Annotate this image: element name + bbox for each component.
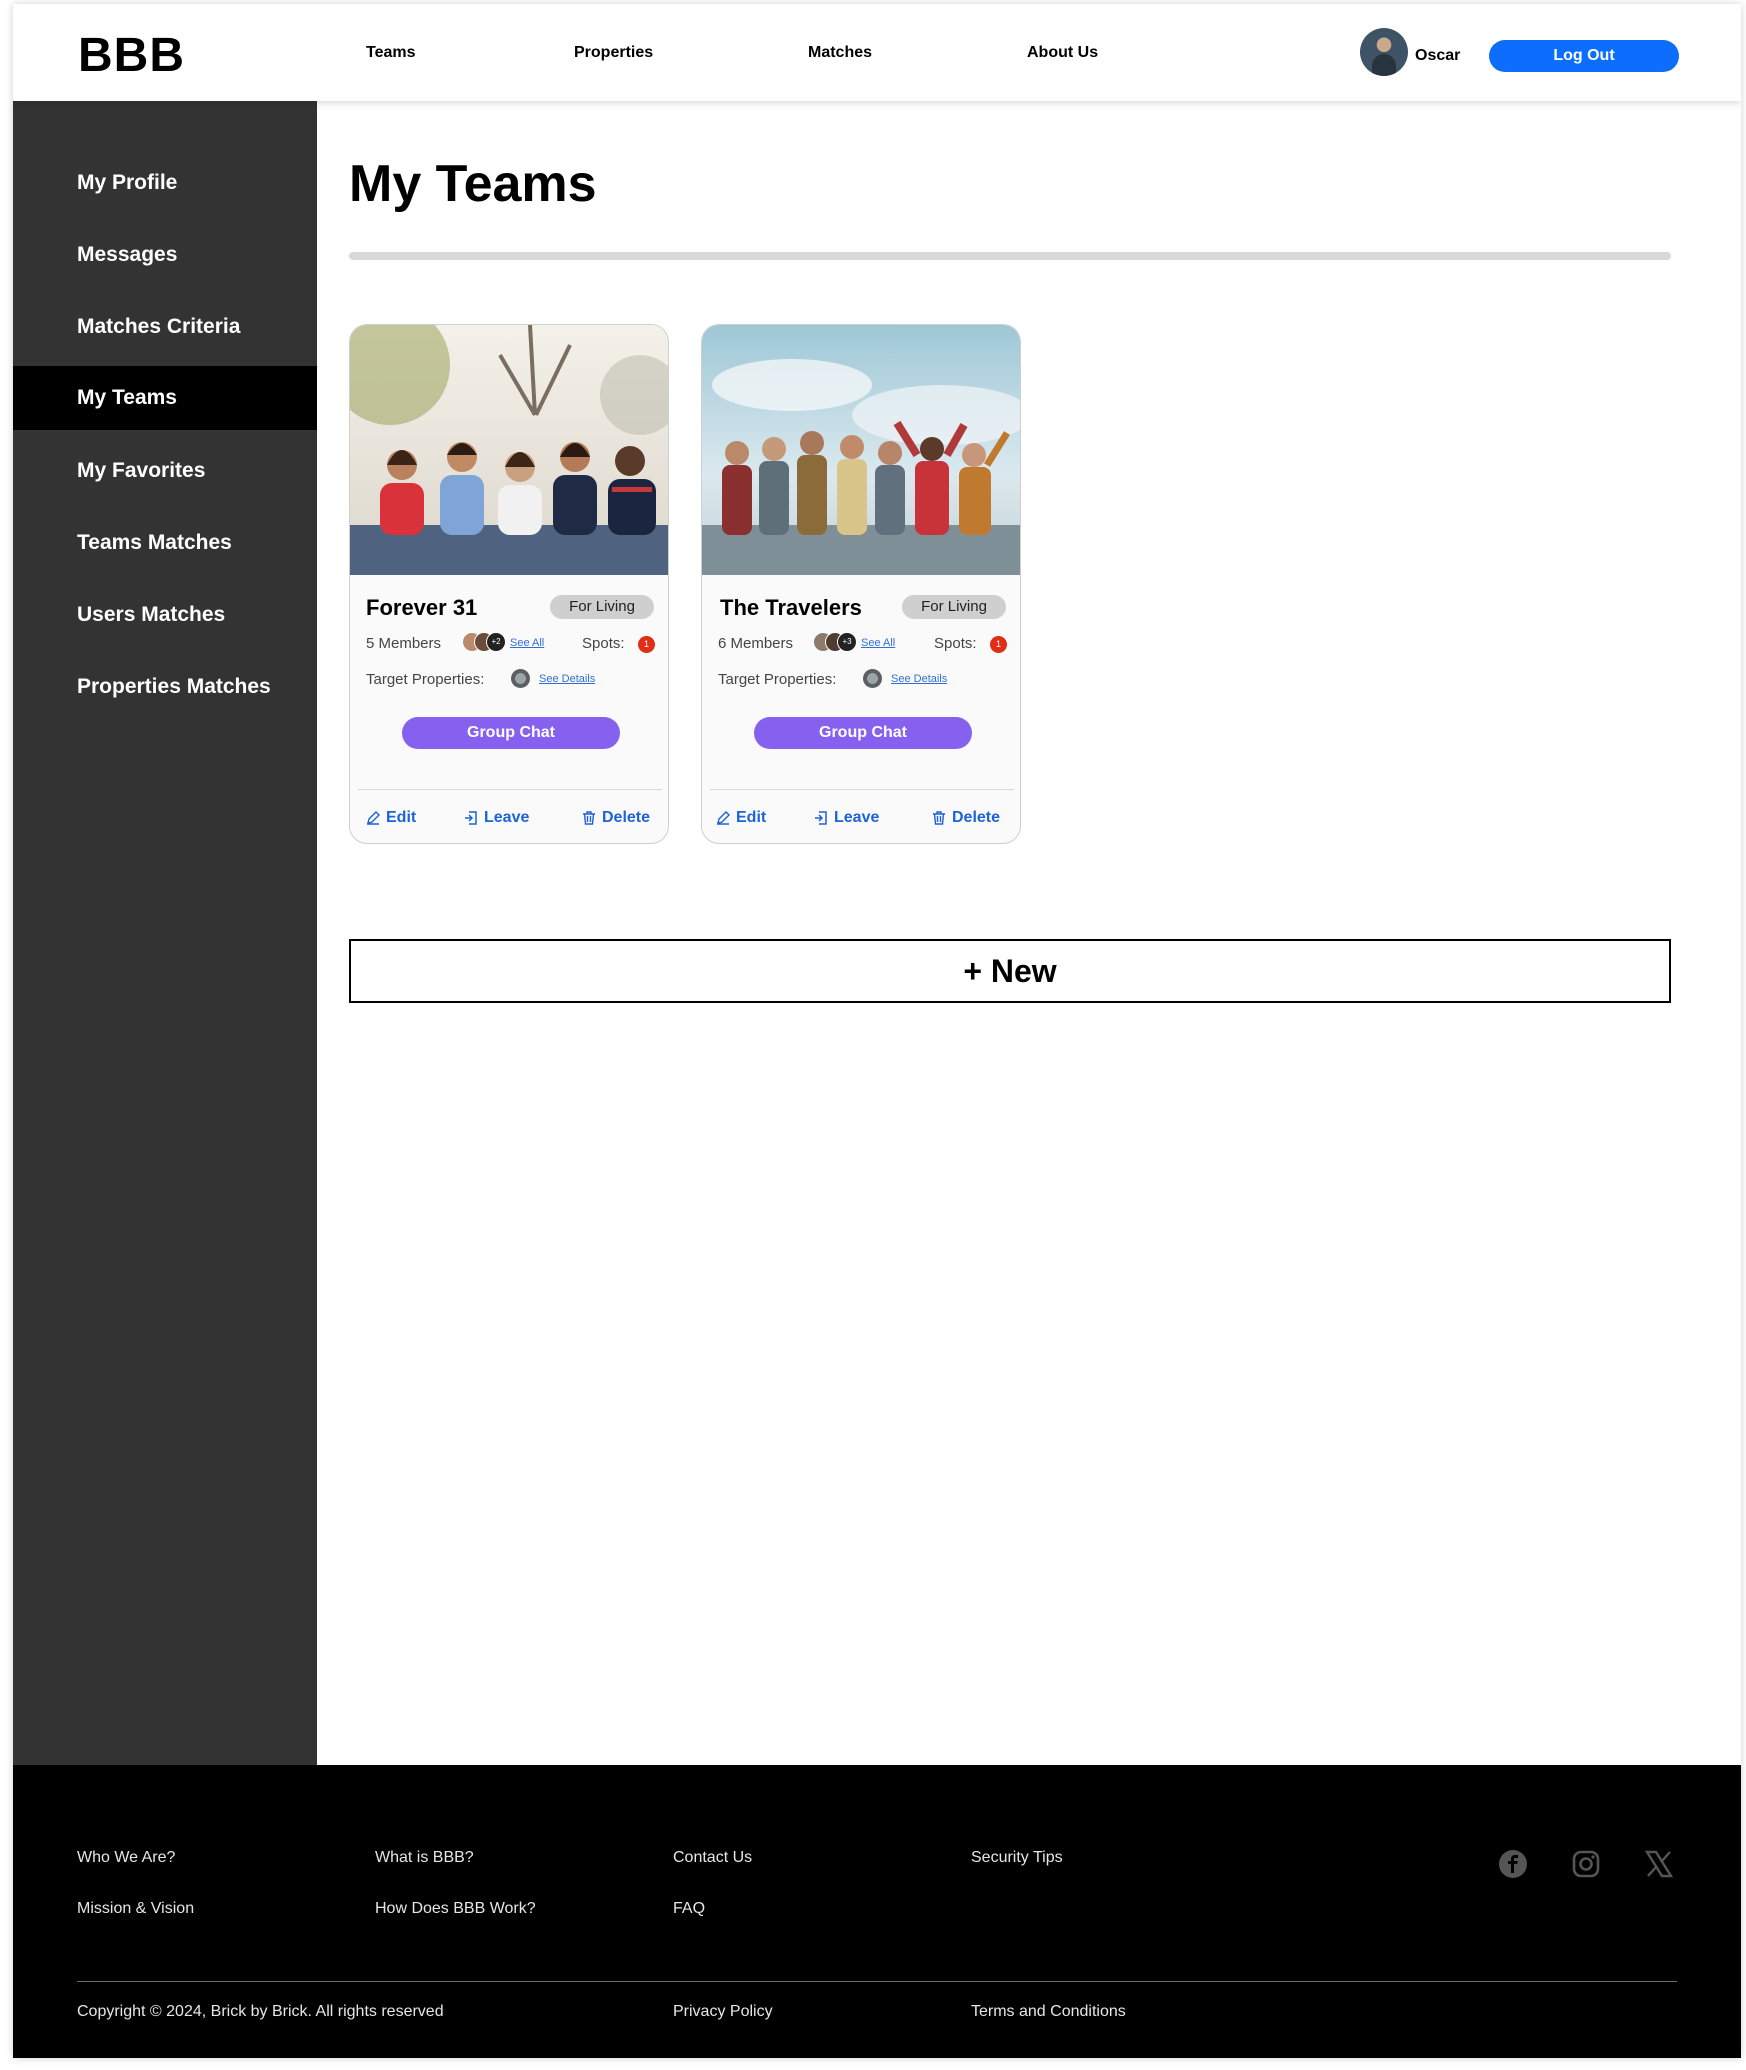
footer-link-how-bbb-works[interactable]: How Does BBB Work?: [375, 1900, 536, 1918]
delete-label: Delete: [952, 809, 1001, 826]
edit-team-button[interactable]: Edit: [366, 809, 416, 827]
team-photo: [702, 325, 1020, 575]
footer-link-contact-us[interactable]: Contact Us: [673, 1849, 752, 1867]
user-avatar[interactable]: [1360, 28, 1408, 76]
team-card: The Travelers For Living 6 Members +3 Se…: [701, 324, 1021, 844]
spots-label: Spots:: [582, 635, 625, 652]
delete-team-button[interactable]: Delete: [932, 809, 1000, 827]
facebook-icon[interactable]: [1498, 1849, 1528, 1879]
sidebar: My Profile Messages Matches Criteria My …: [13, 101, 317, 1765]
footer-link-faq[interactable]: FAQ: [673, 1900, 705, 1918]
footer-link-what-is-bbb[interactable]: What is BBB?: [375, 1849, 474, 1867]
see-details-link[interactable]: See Details: [539, 673, 595, 685]
leave-label: Leave: [834, 809, 880, 826]
pencil-icon: [367, 811, 380, 825]
team-type-badge: For Living: [550, 595, 654, 619]
sidebar-item-teams-matches[interactable]: Teams Matches: [13, 511, 317, 575]
member-count: 6 Members: [718, 635, 794, 652]
new-team-button[interactable]: + New: [349, 939, 1671, 1003]
footer-divider: [77, 1981, 1677, 1982]
footer-link-terms[interactable]: Terms and Conditions: [971, 2003, 1126, 2021]
card-divider: [358, 789, 662, 790]
app-window: BBB Teams Properties Matches About Us Os…: [13, 4, 1741, 2058]
sidebar-item-my-favorites[interactable]: My Favorites: [13, 439, 317, 503]
see-all-members-link[interactable]: See All: [510, 637, 544, 649]
card-divider: [710, 789, 1014, 790]
sidebar-item-my-teams[interactable]: My Teams: [13, 366, 317, 430]
member-overflow-count[interactable]: +2: [486, 632, 506, 652]
leave-icon: [465, 811, 477, 825]
trash-icon: [583, 811, 595, 825]
see-details-link[interactable]: See Details: [891, 673, 947, 685]
team-name: Forever 31: [366, 595, 478, 620]
sidebar-item-messages[interactable]: Messages: [13, 223, 317, 287]
copyright-text: Copyright © 2024, Brick by Brick. All ri…: [77, 2003, 444, 2020]
pencil-icon: [717, 811, 730, 825]
target-properties-label: Target Properties:: [366, 671, 485, 688]
user-name[interactable]: Oscar: [1415, 47, 1460, 65]
delete-label: Delete: [602, 809, 651, 826]
property-thumbnail-icon[interactable]: [511, 669, 530, 688]
top-header: BBB Teams Properties Matches About Us Os…: [13, 4, 1741, 101]
nav-about-us[interactable]: About Us: [1027, 44, 1098, 62]
sidebar-item-properties-matches[interactable]: Properties Matches: [13, 655, 317, 719]
sidebar-item-matches-criteria[interactable]: Matches Criteria: [13, 295, 317, 359]
member-count: 5 Members: [366, 635, 442, 652]
leave-team-button[interactable]: Leave: [464, 809, 529, 827]
see-all-members-link[interactable]: See All: [861, 637, 895, 649]
delete-team-button[interactable]: Delete: [582, 809, 650, 827]
site-footer: Who We Are? Mission & Vision What is BBB…: [13, 1765, 1741, 2058]
trash-icon: [933, 811, 945, 825]
team-card: Forever 31 For Living 5 Members +2 See A…: [349, 324, 669, 844]
leave-label: Leave: [484, 809, 530, 826]
sidebar-item-users-matches[interactable]: Users Matches: [13, 583, 317, 647]
brand-logo[interactable]: BBB: [78, 28, 185, 83]
leave-icon: [815, 811, 827, 825]
leave-team-button[interactable]: Leave: [814, 809, 879, 827]
target-properties-label: Target Properties:: [718, 671, 837, 688]
footer-link-mission-vision[interactable]: Mission & Vision: [77, 1900, 194, 1918]
sidebar-item-my-profile[interactable]: My Profile: [13, 151, 317, 215]
team-photo: [350, 325, 668, 575]
edit-team-button[interactable]: Edit: [716, 809, 766, 827]
group-chat-button[interactable]: Group Chat: [754, 717, 972, 749]
nav-properties[interactable]: Properties: [574, 44, 653, 62]
spots-count-badge: 1: [638, 636, 655, 653]
property-thumbnail-icon[interactable]: [863, 669, 882, 688]
footer-link-security-tips[interactable]: Security Tips: [971, 1849, 1063, 1867]
group-chat-button[interactable]: Group Chat: [402, 717, 620, 749]
nav-matches[interactable]: Matches: [808, 44, 872, 62]
x-icon[interactable]: [1644, 1849, 1674, 1879]
spots-count-badge: 1: [990, 636, 1007, 653]
edit-label: Edit: [736, 809, 767, 826]
nav-teams[interactable]: Teams: [366, 44, 416, 62]
title-divider: [349, 252, 1671, 260]
member-overflow-count[interactable]: +3: [837, 632, 857, 652]
team-type-badge: For Living: [902, 595, 1006, 619]
edit-label: Edit: [386, 809, 417, 826]
spots-label: Spots:: [934, 635, 977, 652]
footer-link-who-we-are[interactable]: Who We Are?: [77, 1849, 175, 1867]
footer-link-privacy-policy[interactable]: Privacy Policy: [673, 2003, 773, 2021]
team-name: The Travelers: [720, 595, 862, 620]
page-title: My Teams: [349, 155, 597, 213]
instagram-icon[interactable]: [1571, 1849, 1601, 1879]
logout-button[interactable]: Log Out: [1489, 40, 1679, 72]
